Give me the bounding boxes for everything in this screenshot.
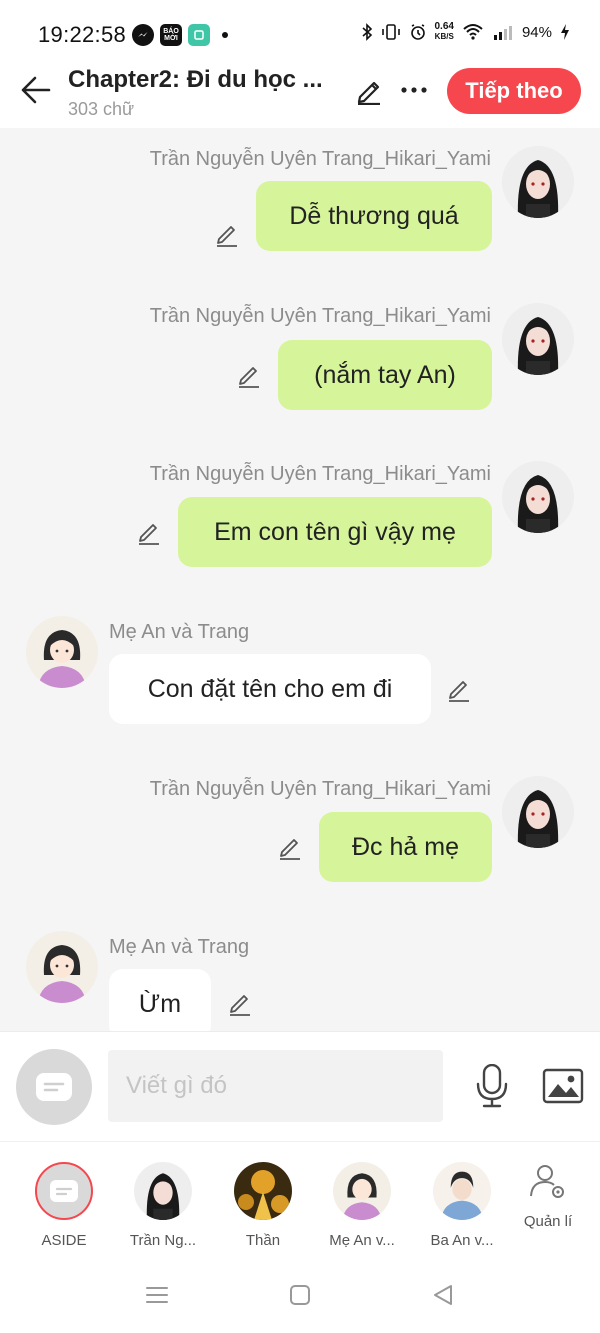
recent-apps-button[interactable] bbox=[142, 1282, 172, 1308]
aside-toggle-button[interactable] bbox=[16, 1049, 92, 1125]
pencil-icon bbox=[280, 839, 300, 860]
baomoi-icon: BÁO MỚI bbox=[160, 24, 182, 46]
character-name: Ba An v... bbox=[430, 1232, 494, 1249]
home-square-icon bbox=[290, 1285, 310, 1305]
system-navigation-bar bbox=[0, 1256, 600, 1333]
word-count: 303 chữ bbox=[68, 99, 135, 119]
pencil-icon bbox=[139, 524, 159, 545]
message-input[interactable] bbox=[108, 1050, 443, 1122]
me-an-avatar bbox=[333, 1162, 391, 1220]
message-sender: Mẹ An và Trang bbox=[109, 936, 250, 958]
character-name: Trần Ng... bbox=[129, 1232, 197, 1249]
microphone-icon bbox=[476, 1064, 508, 1108]
trang-avatar[interactable] bbox=[502, 303, 574, 375]
more-notifications-dot bbox=[222, 32, 228, 38]
character-me-an[interactable]: Mẹ An v... bbox=[312, 1162, 412, 1249]
pencil-icon bbox=[449, 681, 469, 702]
signal-icon bbox=[493, 26, 512, 40]
edit-chapter-button[interactable] bbox=[352, 73, 386, 107]
home-button[interactable] bbox=[285, 1282, 315, 1308]
manage-label: Quản lí bbox=[523, 1213, 573, 1230]
chapter-title[interactable]: Chapter2: Đi du học ... bbox=[68, 66, 338, 94]
back-button[interactable] bbox=[16, 70, 56, 110]
pencil-icon bbox=[239, 367, 259, 388]
edit-message-button[interactable] bbox=[212, 219, 242, 249]
character-name: Thần bbox=[245, 1232, 281, 1249]
edit-message-button[interactable] bbox=[234, 360, 264, 390]
trang-avatar[interactable] bbox=[502, 146, 574, 218]
chapter-header: Chapter2: Đi du học ... 303 chữ Tiếp the… bbox=[0, 58, 600, 128]
user-settings-icon bbox=[530, 1165, 564, 1198]
status-time: 19:22:58 bbox=[38, 22, 127, 47]
character-name: Mẹ An v... bbox=[329, 1232, 395, 1249]
chat-bubble-icon bbox=[36, 1073, 72, 1101]
message-sender: Trần Nguyễn Uyên Trang_Hikari_Yami bbox=[149, 463, 491, 485]
next-chapter-button[interactable]: Tiếp theo bbox=[447, 68, 581, 114]
pencil-icon bbox=[230, 995, 250, 1016]
voice-input-button[interactable] bbox=[470, 1061, 514, 1111]
more-options-button[interactable] bbox=[396, 73, 432, 107]
message-bubble[interactable]: (nắm tay An) bbox=[278, 340, 492, 410]
app-notification-icon bbox=[188, 24, 210, 46]
edit-message-button[interactable] bbox=[225, 988, 255, 1018]
messenger-icon bbox=[132, 24, 154, 46]
ba-an-avatar bbox=[433, 1162, 491, 1220]
trang-avatar[interactable] bbox=[502, 461, 574, 533]
insert-image-button[interactable] bbox=[540, 1065, 586, 1107]
battery-level: 94% bbox=[521, 23, 552, 41]
character-aside[interactable]: ASIDE bbox=[14, 1162, 114, 1249]
message-bubble[interactable]: Em con tên gì vậy mẹ bbox=[178, 497, 492, 567]
message-sender: Trần Nguyễn Uyên Trang_Hikari_Yami bbox=[149, 778, 491, 800]
character-name: ASIDE bbox=[41, 1232, 87, 1249]
triangle-back-icon bbox=[434, 1285, 452, 1305]
than-avatar bbox=[234, 1162, 292, 1220]
message-bubble[interactable]: Ừm bbox=[109, 969, 211, 1031]
edit-message-button[interactable] bbox=[134, 517, 164, 547]
edit-message-button[interactable] bbox=[275, 832, 305, 862]
arrow-left-icon bbox=[21, 76, 51, 104]
message-input-bar bbox=[0, 1031, 600, 1141]
chat-area[interactable]: Trần Nguyễn Uyên Trang_Hikari_Yami Dễ th… bbox=[0, 128, 600, 1031]
more-horizontal-icon bbox=[401, 87, 427, 93]
wifi-icon bbox=[463, 24, 483, 40]
message-bubble[interactable]: Con đặt tên cho em đi bbox=[109, 654, 431, 724]
manage-characters-button[interactable]: Quản lí bbox=[510, 1162, 586, 1230]
message-sender: Trần Nguyễn Uyên Trang_Hikari_Yami bbox=[149, 148, 491, 170]
menu-icon bbox=[146, 1287, 168, 1303]
edit-message-button[interactable] bbox=[444, 674, 474, 704]
character-bar: ASIDE Trần Ng... Thần Mẹ An v... Ba An v… bbox=[0, 1141, 600, 1256]
message-bubble[interactable]: Đc hả mẹ bbox=[319, 812, 492, 882]
image-icon bbox=[542, 1068, 584, 1104]
trang-avatar bbox=[134, 1162, 192, 1220]
bluetooth-icon bbox=[361, 23, 372, 41]
aside-avatar bbox=[35, 1162, 93, 1220]
network-speed: 0.64 KB/S bbox=[434, 21, 454, 42]
charging-icon bbox=[561, 24, 569, 40]
me-an-avatar[interactable] bbox=[26, 931, 98, 1003]
message-sender: Trần Nguyễn Uyên Trang_Hikari_Yami bbox=[149, 305, 491, 327]
notification-icons: BÁO MỚI bbox=[132, 24, 228, 46]
character-than[interactable]: Thần bbox=[213, 1162, 313, 1249]
chat-bubble-icon bbox=[50, 1180, 78, 1202]
pencil-icon bbox=[217, 226, 237, 247]
vibrate-icon bbox=[381, 24, 400, 40]
character-ba-an[interactable]: Ba An v... bbox=[412, 1162, 512, 1249]
character-trang[interactable]: Trần Ng... bbox=[113, 1162, 213, 1249]
pencil-icon bbox=[357, 81, 380, 105]
system-back-button[interactable] bbox=[428, 1282, 458, 1308]
system-status: 0.64 KB/S 94% bbox=[361, 22, 571, 42]
alarm-icon bbox=[410, 24, 425, 40]
message-sender: Mẹ An và Trang bbox=[109, 621, 250, 643]
message-bubble[interactable]: Dễ thương quá bbox=[256, 181, 492, 251]
me-an-avatar[interactable] bbox=[26, 616, 98, 688]
trang-avatar[interactable] bbox=[502, 776, 574, 848]
